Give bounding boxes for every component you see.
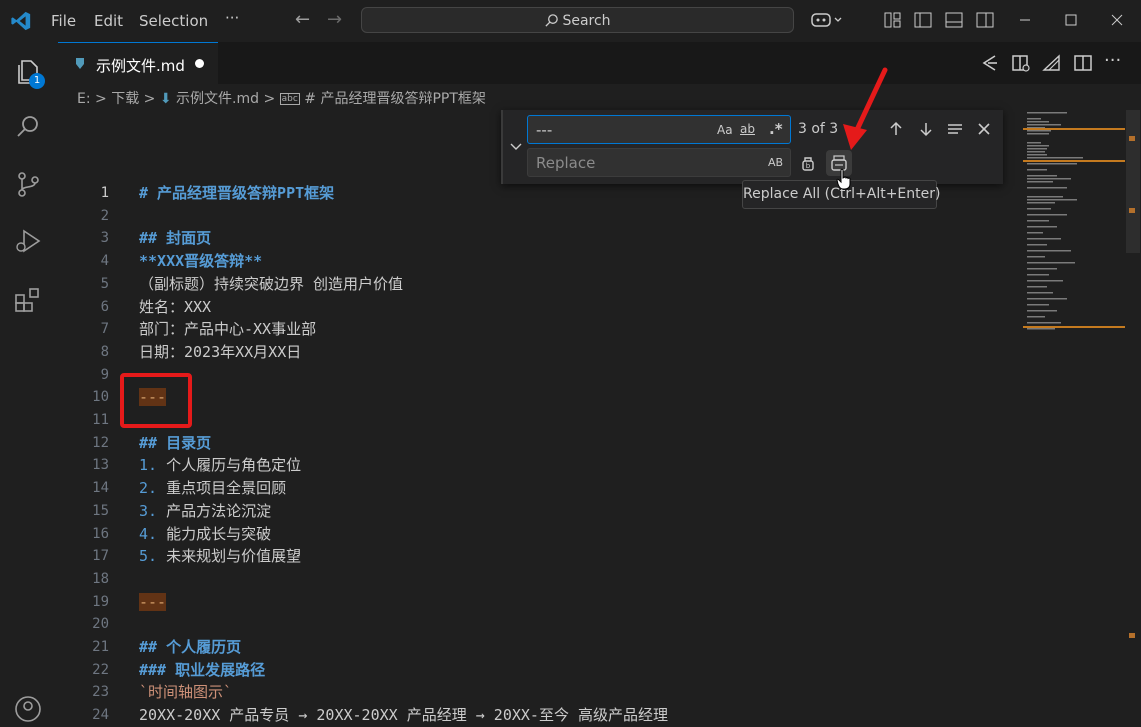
annotation-highlight-box <box>120 373 192 428</box>
line-text: ## 封面页 <box>139 229 212 247</box>
list-number: 1. <box>139 456 158 474</box>
line-number: 21 <box>92 639 109 655</box>
editor-line[interactable]: 15 3. 产品方法论沉淀 <box>0 500 960 523</box>
preserve-case-icon[interactable]: AB <box>768 156 783 169</box>
annotation-arrow-icon <box>843 67 888 150</box>
editor-line[interactable]: 17 5. 未来规划与价值展望 <box>0 545 960 568</box>
line-number: 3 <box>100 230 109 246</box>
split-editor-icon[interactable] <box>1073 53 1093 73</box>
editor-line[interactable]: 4 **XXX晋级答辩** <box>0 250 960 273</box>
line-text: `时间轴图示` <box>139 683 233 701</box>
toggle-replace-chevron-icon[interactable] <box>509 140 523 154</box>
line-number: 17 <box>92 548 109 564</box>
line-text: 5. 未来规划与价值展望 <box>139 547 302 565</box>
editor-line[interactable]: 19 --- <box>0 591 960 614</box>
line-number: 19 <box>92 594 109 610</box>
editor-line[interactable]: 12 ## 目录页 <box>0 432 960 455</box>
line-text: ## 目录页 <box>139 434 212 452</box>
editor-line[interactable]: 16 4. 能力成长与突破 <box>0 523 960 546</box>
editor-line[interactable]: 24 20XX-20XX 产品专员 → 20XX-20XX 产品经理 → 20XX… <box>0 704 960 727</box>
next-match-icon[interactable] <box>917 120 935 138</box>
scrollbar-thumb[interactable] <box>1126 110 1140 253</box>
line-number: 7 <box>100 321 109 337</box>
editor-line[interactable]: 7 部门：产品中心-XX事业部 <box>0 318 960 341</box>
use-regex-icon[interactable]: .* <box>769 120 783 138</box>
find-match-highlight: --- <box>139 593 167 611</box>
editor-line[interactable]: 18 <box>0 568 960 591</box>
close-find-icon[interactable] <box>975 120 993 138</box>
editor-line[interactable]: 3 ## 封面页 <box>0 227 960 250</box>
editor-line[interactable]: 23 `时间轴图示` <box>0 681 960 704</box>
scrollbar-match-marker <box>1129 633 1135 638</box>
match-whole-word-icon[interactable]: ab <box>740 122 755 136</box>
match-count: 3 of 3 <box>798 121 839 137</box>
line-text: 部门：产品中心-XX事业部 <box>139 320 317 338</box>
find-input[interactable]: --- Aa ab .* <box>527 115 791 144</box>
line-text: 1. 个人履历与角色定位 <box>139 456 302 474</box>
line-number: 1 <box>100 185 109 201</box>
replace-input[interactable]: Replace AB <box>527 148 791 177</box>
editor-line[interactable]: 8 日期：2023年XX月XX日 <box>0 341 960 364</box>
editor-line[interactable]: 22 ### 职业发展路径 <box>0 659 960 682</box>
line-number: 5 <box>100 276 109 292</box>
line-text: **XXX晋级答辩** <box>139 252 263 270</box>
line-text: 4. 能力成长与突破 <box>139 525 272 543</box>
line-number: 4 <box>100 253 109 269</box>
line-number: 14 <box>92 480 109 496</box>
line-number: 12 <box>92 435 109 451</box>
line-text: 3. 产品方法论沉淀 <box>139 502 272 520</box>
replace-placeholder: Replace <box>536 154 596 172</box>
line-number: 10 <box>92 389 109 405</box>
line-text: 日期：2023年XX月XX日 <box>139 343 302 361</box>
line-text: --- <box>139 591 167 614</box>
list-number: 5. <box>139 547 158 565</box>
editor-line[interactable]: 20 <box>0 613 960 636</box>
line-number: 18 <box>92 571 109 587</box>
line-text: ## 个人履历页 <box>139 638 242 656</box>
line-number: 6 <box>100 299 109 315</box>
editor-line[interactable]: 21 ## 个人履历页 <box>0 636 960 659</box>
maximize-icon[interactable] <box>1062 11 1080 29</box>
line-text: （副标题）持续突破边界 创造用户价值 <box>139 275 404 293</box>
line-number: 20 <box>92 616 109 632</box>
line-number: 16 <box>92 526 109 542</box>
line-number: 24 <box>92 707 109 723</box>
line-number: 9 <box>100 367 109 383</box>
line-number: 22 <box>92 662 109 678</box>
editor-line[interactable]: 6 姓名：XXX <box>0 296 960 319</box>
find-input-value: --- <box>536 121 553 139</box>
line-number: 23 <box>92 684 109 700</box>
replace-icon[interactable]: b <box>799 154 817 172</box>
match-case-icon[interactable]: Aa <box>717 123 733 137</box>
line-text: ### 职业发展路径 <box>139 661 266 679</box>
pen-icon[interactable] <box>1042 53 1062 73</box>
svg-text:b: b <box>806 162 811 170</box>
line-text: 2. 重点项目全景回顾 <box>139 479 287 497</box>
minimap[interactable] <box>1023 110 1125 350</box>
line-number: 15 <box>92 503 109 519</box>
editor-line[interactable]: 13 1. 个人履历与角色定位 <box>0 454 960 477</box>
scrollbar-match-marker <box>1129 136 1135 141</box>
find-in-selection-icon[interactable] <box>946 120 964 138</box>
scrollbar-match-marker <box>1129 208 1135 213</box>
editor-line[interactable]: 5 （副标题）持续突破边界 创造用户价值 <box>0 273 960 296</box>
line-number: 2 <box>100 208 109 224</box>
close-window-icon[interactable] <box>1108 11 1126 29</box>
line-number: 11 <box>92 412 109 428</box>
line-text: # 产品经理晋级答辩PPT框架 <box>139 184 335 202</box>
line-text: 20XX-20XX 产品专员 → 20XX-20XX 产品经理 → 20XX-至… <box>139 706 668 724</box>
line-number: 8 <box>100 344 109 360</box>
more-actions-icon[interactable]: ··· <box>1104 50 1121 71</box>
list-number: 3. <box>139 502 158 520</box>
list-number: 4. <box>139 525 158 543</box>
hand-cursor-icon <box>836 168 851 190</box>
line-text: 姓名：XXX <box>139 298 212 316</box>
list-number: 2. <box>139 479 158 497</box>
line-number: 13 <box>92 457 109 473</box>
editor-line[interactable]: 14 2. 重点项目全景回顾 <box>0 477 960 500</box>
